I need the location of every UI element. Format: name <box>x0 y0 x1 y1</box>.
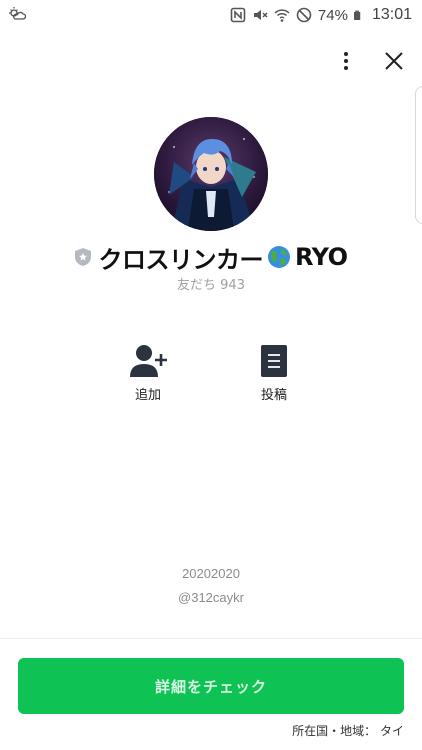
clock: 13:01 <box>371 6 412 23</box>
profile-name-row: クロスリンカー RYO <box>0 240 422 274</box>
user-id: @312caykr <box>178 590 244 605</box>
avatar[interactable] <box>154 117 268 231</box>
wifi-icon <box>274 9 290 22</box>
avatar-image <box>154 117 268 231</box>
do-not-disturb-icon <box>296 7 312 23</box>
profile-name-suffix: RYO <box>294 243 348 271</box>
globe-icon <box>267 246 290 268</box>
edge-panel-handle[interactable] <box>415 86 422 224</box>
close-icon[interactable] <box>381 48 407 74</box>
mute-icon <box>253 10 268 20</box>
view-details-label: 詳細をチェック <box>154 678 267 696</box>
nfc-icon <box>230 7 246 23</box>
battery-icon <box>353 10 361 20</box>
profile-name: クロスリンカー <box>98 245 263 274</box>
region-label: 所在国・地域： タイ <box>292 724 404 738</box>
add-friend-icon <box>130 345 167 377</box>
status-bar: 74% 13:01 <box>0 0 422 30</box>
posts-button[interactable]: 投稿 <box>234 344 314 403</box>
add-friend-button[interactable]: 追加 <box>108 344 188 403</box>
official-shield-icon <box>75 248 92 266</box>
weather-icon <box>9 7 26 20</box>
post-icon <box>261 345 287 377</box>
status-message: 20202020 <box>182 566 240 581</box>
battery-percent: 74% <box>317 6 348 24</box>
divider <box>0 638 422 639</box>
more-vert-icon <box>344 52 348 70</box>
view-details-button[interactable]: 詳細をチェック <box>18 658 404 714</box>
friends-count: 友だち 943 <box>177 278 245 293</box>
add-friend-label: 追加 <box>134 388 161 403</box>
posts-label: 投稿 <box>260 388 287 403</box>
more-options-button[interactable] <box>334 48 358 74</box>
